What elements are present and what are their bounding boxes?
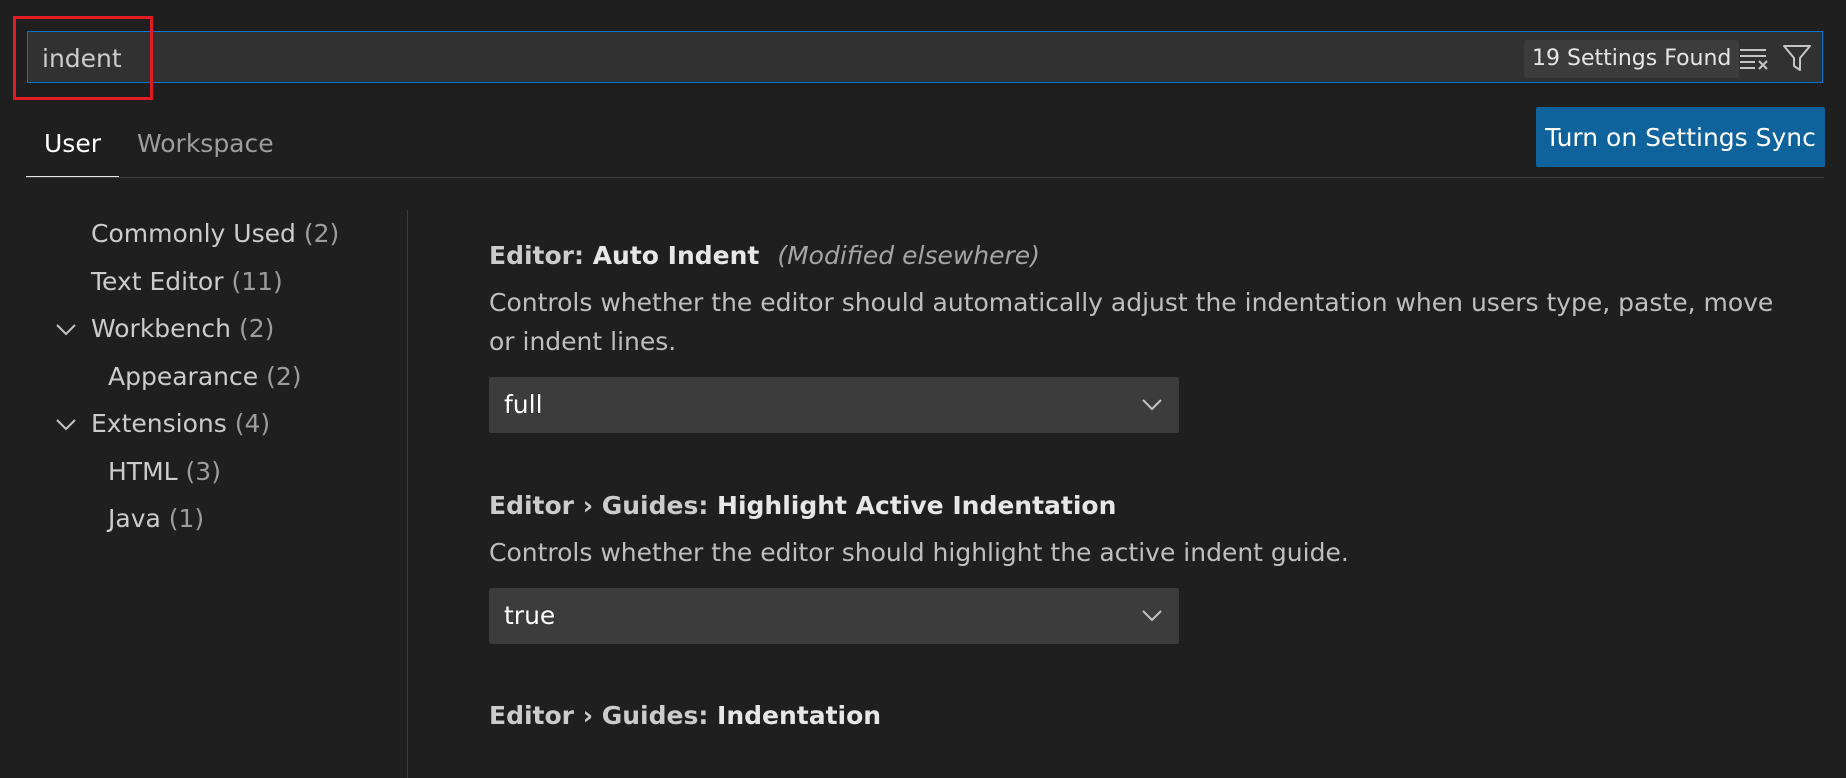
setting-title: Editor › Guides: Indentation: [489, 696, 1789, 736]
setting-indentation: Editor › Guides: Indentation: [489, 696, 1789, 736]
tree-item-label: Text Editor: [91, 266, 224, 296]
tree-item-count: (3): [185, 456, 221, 486]
tab-workspace[interactable]: Workspace: [119, 120, 292, 178]
tab-user[interactable]: User: [26, 120, 119, 178]
setting-name: Highlight Active Indentation: [717, 491, 1117, 520]
sash-divider[interactable]: [407, 210, 408, 778]
setting-category: Editor › Guides:: [489, 491, 718, 520]
tree-item-count: (4): [234, 409, 271, 438]
tree-item-label: Commonly Used: [91, 219, 296, 248]
tree-item-extensions[interactable]: Extensions (4): [0, 400, 406, 448]
tree-item-workbench[interactable]: Workbench (2): [0, 305, 406, 353]
search-input[interactable]: [42, 41, 1482, 75]
settings-editor: 19 Settings Found User Workspace Turn on…: [0, 0, 1846, 778]
tree-item-count: (2): [238, 314, 275, 343]
settings-list: Editor: Auto Indent (Modified elsewhere)…: [489, 236, 1789, 736]
tabs-divider: [26, 177, 1824, 178]
setting-category: Editor:: [489, 241, 593, 270]
setting-name: Indentation: [717, 701, 882, 730]
chevron-down-icon[interactable]: [55, 319, 77, 341]
select-value: full: [504, 390, 543, 419]
tree-item-label: Workbench: [91, 314, 231, 343]
tree-item-java[interactable]: Java (1): [0, 495, 406, 543]
settings-toc-tree: Commonly Used (2) Text Editor (11) Workb…: [0, 210, 406, 543]
chevron-down-icon[interactable]: [55, 414, 77, 436]
setting-title: Editor: Auto Indent (Modified elsewhere): [489, 236, 1789, 276]
tree-item-appearance[interactable]: Appearance (2): [0, 353, 406, 401]
select-value: true: [504, 601, 556, 630]
setting-auto-indent: Editor: Auto Indent (Modified elsewhere)…: [489, 236, 1789, 433]
turn-on-settings-sync-button[interactable]: Turn on Settings Sync: [1536, 107, 1825, 167]
tree-item-label: HTML: [108, 456, 178, 486]
tree-item-html[interactable]: HTML (3): [0, 448, 406, 496]
setting-description: Controls whether the editor should autom…: [489, 288, 1774, 356]
filter-icon[interactable]: [1780, 41, 1814, 75]
tree-item-count: (11): [231, 266, 283, 296]
setting-highlight-active-indentation: Editor › Guides: Highlight Active Indent…: [489, 486, 1789, 644]
tree-item-count: (2): [303, 219, 340, 248]
tree-item-count: (1): [168, 504, 205, 533]
clear-filter-icon[interactable]: [1737, 41, 1771, 75]
highlight-active-indentation-select[interactable]: true: [489, 588, 1179, 644]
auto-indent-select[interactable]: full: [489, 377, 1179, 433]
tree-item-count: (2): [266, 361, 302, 391]
tree-item-label: Java: [108, 504, 161, 533]
tree-item-label: Extensions: [91, 409, 227, 438]
tree-item-commonly-used[interactable]: Commonly Used (2): [0, 210, 406, 258]
tree-item-text-editor[interactable]: Text Editor (11): [0, 258, 406, 306]
settings-scope-tabs: User Workspace: [26, 120, 292, 178]
chevron-down-icon: [1142, 399, 1162, 411]
setting-title: Editor › Guides: Highlight Active Indent…: [489, 486, 1789, 526]
setting-description: Controls whether the editor should highl…: [489, 538, 1349, 567]
results-count-badge: 19 Settings Found: [1524, 40, 1740, 78]
modified-elsewhere-indicator[interactable]: (Modified elsewhere): [777, 241, 1040, 270]
setting-name: Auto Indent: [592, 241, 760, 270]
chevron-down-icon: [1142, 610, 1162, 622]
setting-category: Editor › Guides:: [489, 701, 718, 730]
tree-item-label: Appearance: [108, 361, 259, 391]
